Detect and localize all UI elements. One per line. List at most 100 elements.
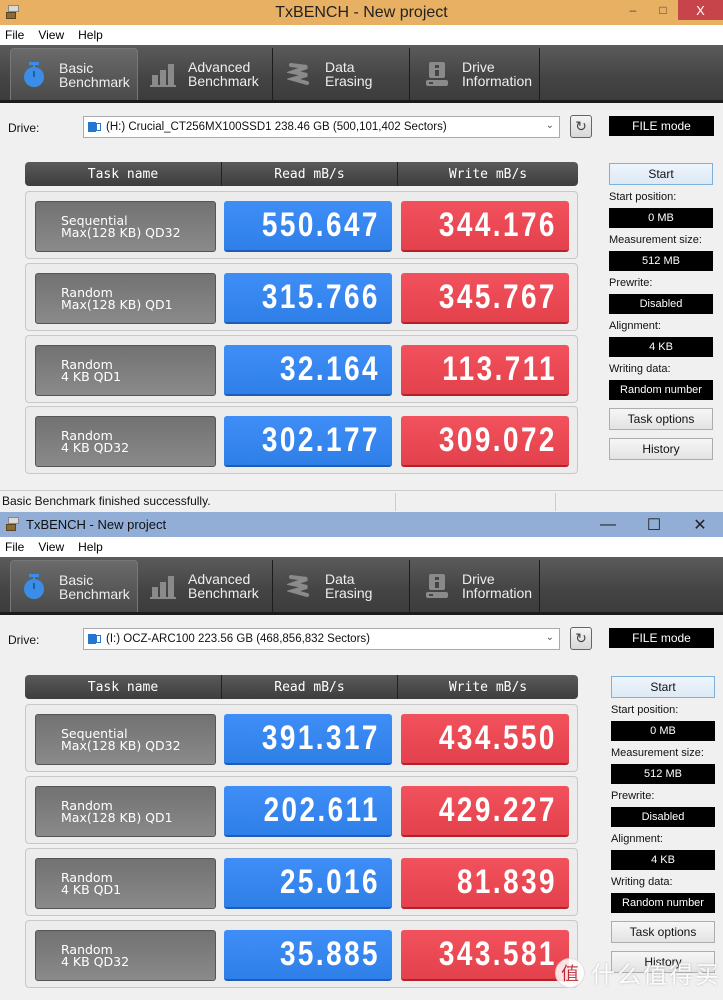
speed-value-text: 550.647 — [261, 206, 380, 244]
header-task-name: Task name — [25, 162, 222, 186]
chevron-down-icon: ⌄ — [545, 632, 554, 643]
alignment-label: Alignment: — [611, 833, 663, 845]
watermark-badge-icon: 值 — [555, 957, 585, 988]
tab-drive-information[interactable]: Drive Information — [410, 560, 540, 612]
task-button[interactable]: Random 4 KB QD1 — [35, 858, 216, 909]
writing-data-value[interactable]: Random number — [609, 380, 713, 400]
tab-advanced-benchmark[interactable]: Advanced Benchmark — [138, 48, 273, 100]
task-button[interactable]: Sequential Max(128 KB) QD32 — [35, 714, 216, 765]
maximize-button[interactable]: □ — [648, 0, 678, 20]
tab-drive-information[interactable]: Drive Information — [410, 48, 540, 100]
result-row: Sequential Max(128 KB) QD32 550.647 344.1… — [25, 191, 578, 259]
read-value: 550.647 — [224, 201, 392, 252]
bar-chart-icon — [150, 61, 176, 87]
tab-basic-benchmark[interactable]: Basic Benchmark — [10, 48, 138, 100]
results-header: Task name Read mB/s Write mB/s — [25, 162, 578, 186]
start-position-value[interactable]: 0 MB — [609, 208, 713, 228]
task-button[interactable]: Random 4 KB QD1 — [35, 345, 216, 396]
task-line2: Max(128 KB) QD1 — [61, 810, 173, 825]
header-read: Read mB/s — [222, 162, 398, 186]
menu-help[interactable]: Help — [78, 28, 103, 42]
settings-panel: Start Start position: 0 MB Measurement s… — [611, 676, 717, 973]
refresh-button[interactable]: ↻ — [570, 115, 592, 138]
txbench-window-ocz: TxBENCH - New project — ☐ ✕ File View He… — [0, 512, 723, 1000]
menu-view[interactable]: View — [38, 540, 64, 554]
maximize-button[interactable]: ☐ — [631, 512, 677, 537]
task-options-button[interactable]: Task options — [609, 408, 713, 430]
read-value: 35.885 — [224, 930, 392, 981]
drive-info-icon — [424, 61, 450, 87]
task-button[interactable]: Random Max(128 KB) QD1 — [35, 786, 216, 837]
menu-help[interactable]: Help — [78, 540, 103, 554]
read-value: 302.177 — [224, 416, 392, 467]
speed-value-text: 113.711 — [442, 350, 557, 388]
start-position-value[interactable]: 0 MB — [611, 721, 715, 741]
speed-value-text: 25.016 — [279, 863, 380, 901]
read-value: 315.766 — [224, 273, 392, 324]
task-button[interactable]: Random Max(128 KB) QD1 — [35, 273, 216, 324]
tab-label-line2: Benchmark — [59, 73, 130, 90]
prewrite-value[interactable]: Disabled — [611, 807, 715, 827]
alignment-value[interactable]: 4 KB — [609, 337, 713, 357]
speed-value-text: 81.839 — [456, 863, 557, 901]
window-title: TxBENCH - New project — [26, 517, 167, 532]
drive-label: Drive: — [8, 633, 40, 647]
start-button[interactable]: Start — [609, 163, 713, 185]
tab-label-line2: Benchmark — [59, 585, 130, 602]
header-read: Read mB/s — [222, 675, 398, 699]
mode-indicator: FILE mode — [609, 116, 714, 136]
results-header: Task name Read mB/s Write mB/s — [25, 675, 578, 699]
drive-select[interactable]: (H:) Crucial_CT256MX100SSD1 238.46 GB (5… — [83, 116, 560, 138]
close-button[interactable]: ✕ — [677, 512, 723, 537]
speed-value-text: 343.581 — [438, 935, 557, 973]
close-button[interactable]: X — [678, 0, 723, 20]
write-value: 309.072 — [401, 416, 569, 467]
writing-data-value[interactable]: Random number — [611, 893, 715, 913]
eraser-spring-icon — [285, 573, 313, 599]
minimize-button[interactable]: — — [585, 512, 631, 537]
drive-row: Drive: (I:) OCZ-ARC100 223.56 GB (468,85… — [0, 625, 723, 655]
speed-value-text: 345.767 — [438, 278, 557, 316]
bar-chart-icon — [150, 573, 176, 599]
title-bar: TxBENCH - New project — ☐ ✕ — [0, 512, 723, 537]
tab-basic-benchmark[interactable]: Basic Benchmark — [10, 560, 138, 612]
menu-file[interactable]: File — [5, 28, 24, 42]
stopwatch-icon — [21, 61, 47, 88]
drive-value: (H:) Crucial_CT256MX100SSD1 238.46 GB (5… — [106, 121, 447, 133]
eraser-spring-icon — [285, 61, 313, 87]
refresh-button[interactable]: ↻ — [570, 627, 592, 650]
speed-value-text: 391.317 — [261, 719, 380, 757]
menu-file[interactable]: File — [5, 540, 24, 554]
prewrite-value[interactable]: Disabled — [609, 294, 713, 314]
start-button[interactable]: Start — [611, 676, 715, 698]
tab-data-erasing[interactable]: Data Erasing — [273, 48, 410, 100]
speed-value-text: 344.176 — [438, 206, 557, 244]
header-task-name: Task name — [25, 675, 222, 699]
tab-data-erasing[interactable]: Data Erasing — [273, 560, 410, 612]
task-button[interactable]: Sequential Max(128 KB) QD32 — [35, 201, 216, 252]
task-options-button[interactable]: Task options — [611, 921, 715, 943]
tab-label: Data Erasing — [325, 59, 373, 89]
read-value: 202.611 — [224, 786, 392, 837]
tab-advanced-benchmark[interactable]: Advanced Benchmark — [138, 560, 273, 612]
menu-view[interactable]: View — [38, 28, 64, 42]
read-value: 32.164 — [224, 345, 392, 396]
measurement-size-value[interactable]: 512 MB — [611, 764, 715, 784]
alignment-label: Alignment: — [609, 320, 661, 332]
prewrite-label: Prewrite: — [609, 277, 653, 289]
task-button[interactable]: Random 4 KB QD32 — [35, 930, 216, 981]
speed-value-text: 32.164 — [279, 350, 380, 388]
status-separator — [395, 493, 396, 511]
history-button[interactable]: History — [609, 438, 713, 460]
minimize-button[interactable]: – — [618, 0, 648, 20]
speed-value-text: 315.766 — [261, 278, 380, 316]
mode-indicator: FILE mode — [609, 628, 714, 648]
measurement-size-value[interactable]: 512 MB — [609, 251, 713, 271]
window-title: TxBENCH - New project — [275, 3, 448, 21]
drive-select[interactable]: (I:) OCZ-ARC100 223.56 GB (468,856,832 S… — [83, 628, 560, 650]
tab-label-line2: Information — [462, 73, 533, 89]
measurement-size-label: Measurement size: — [609, 234, 702, 246]
alignment-value[interactable]: 4 KB — [611, 850, 715, 870]
task-button[interactable]: Random 4 KB QD32 — [35, 416, 216, 467]
start-position-label: Start position: — [611, 704, 679, 716]
